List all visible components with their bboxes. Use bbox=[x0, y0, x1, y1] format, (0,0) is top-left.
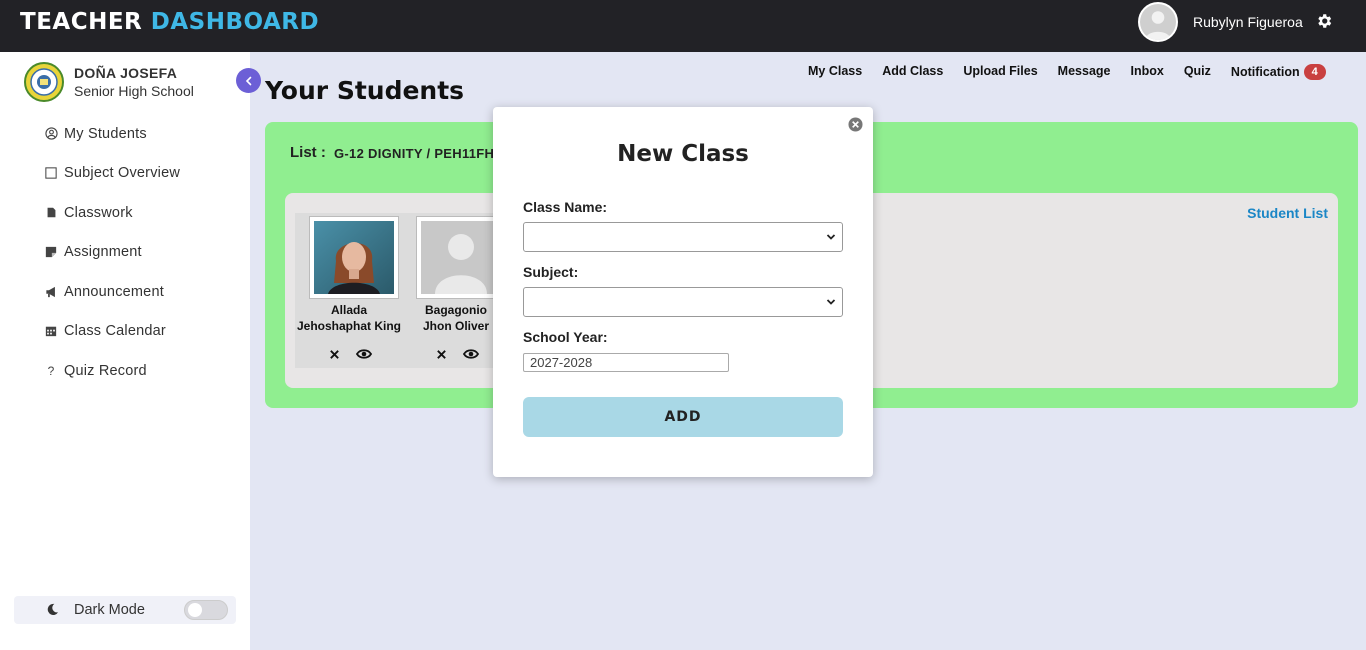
user-circle-icon bbox=[44, 127, 58, 141]
dark-mode-row: Dark Mode bbox=[14, 596, 236, 624]
avatar-placeholder-icon bbox=[421, 221, 501, 294]
sidebar-item-subject-overview[interactable]: Subject Overview bbox=[44, 154, 180, 194]
student-portrait-image bbox=[314, 221, 394, 294]
top-bar: TEACHER DASHBOARD Rubylyn Figueroa bbox=[0, 0, 1366, 52]
gear-icon[interactable] bbox=[1315, 12, 1333, 30]
dashboard-title: TEACHER DASHBOARD bbox=[20, 9, 319, 35]
sidebar-item-my-students[interactable]: My Students bbox=[44, 114, 180, 154]
school-name: DOÑA JOSEFA Senior High School bbox=[74, 64, 194, 100]
dark-mode-label: Dark Mode bbox=[74, 602, 145, 618]
sidebar-item-class-calendar[interactable]: Class Calendar bbox=[44, 312, 180, 352]
remove-student-icon[interactable] bbox=[433, 347, 449, 361]
new-class-modal: New Class Class Name: Subject: School Ye… bbox=[493, 107, 873, 477]
student-last-name: Allada bbox=[330, 303, 367, 317]
sidebar-item-announcement[interactable]: Announcement bbox=[44, 272, 180, 312]
sidebar-item-assignment[interactable]: Assignment bbox=[44, 233, 180, 273]
class-name-select[interactable] bbox=[523, 222, 843, 252]
user-avatar[interactable] bbox=[1138, 2, 1178, 42]
student-first-name: Jehoshaphat King bbox=[296, 319, 401, 333]
user-name[interactable]: Rubylyn Figueroa bbox=[1193, 14, 1303, 30]
school-year-label: School Year: bbox=[523, 329, 608, 345]
close-icon[interactable] bbox=[848, 117, 863, 132]
nav-quiz[interactable]: Quiz bbox=[1184, 64, 1211, 80]
sidebar-nav: My Students Subject Overview Classwork A… bbox=[44, 114, 180, 391]
nav-add-class[interactable]: Add Class bbox=[882, 64, 943, 80]
chevron-down-icon bbox=[826, 234, 836, 240]
nav-inbox[interactable]: Inbox bbox=[1130, 64, 1163, 80]
student-name: Allada Jehoshaphat King bbox=[295, 302, 403, 334]
sidebar: DOÑA JOSEFA Senior High School My Studen… bbox=[0, 52, 250, 650]
top-nav: My Class Add Class Upload Files Message … bbox=[808, 64, 1326, 80]
chevron-down-icon bbox=[826, 299, 836, 305]
sidebar-item-label: Assignment bbox=[64, 244, 142, 261]
sidebar-item-quiz-record[interactable]: ? Quiz Record bbox=[44, 351, 180, 391]
toggle-knob bbox=[188, 603, 202, 617]
sidebar-item-label: Subject Overview bbox=[64, 165, 181, 182]
chevron-left-icon bbox=[245, 76, 251, 85]
question-icon: ? bbox=[47, 363, 55, 378]
school-name-line2: Senior High School bbox=[74, 83, 194, 99]
class-name-label: Class Name: bbox=[523, 199, 608, 215]
sidebar-collapse-button[interactable] bbox=[236, 68, 261, 93]
sidebar-item-label: Quiz Record bbox=[64, 362, 147, 379]
student-card[interactable]: Allada Jehoshaphat King bbox=[295, 213, 403, 368]
nav-my-class[interactable]: My Class bbox=[808, 64, 862, 80]
notification-count-badge: 4 bbox=[1303, 64, 1326, 80]
brand-text-accent: DASHBOARD bbox=[150, 9, 320, 35]
view-student-icon[interactable] bbox=[463, 347, 479, 361]
subject-select[interactable] bbox=[523, 287, 843, 317]
notification-label: Notification bbox=[1230, 65, 1300, 79]
calendar-icon bbox=[44, 324, 58, 338]
page-title: Your Students bbox=[265, 76, 465, 105]
nav-message[interactable]: Message bbox=[1058, 64, 1111, 80]
add-class-button[interactable]: ADD bbox=[523, 397, 843, 437]
sidebar-item-label: My Students bbox=[64, 125, 147, 142]
sidebar-item-label: Class Calendar bbox=[64, 323, 166, 340]
school-year-input[interactable]: 2027-2028 bbox=[523, 353, 729, 372]
subject-label: Subject: bbox=[523, 264, 579, 280]
megaphone-icon bbox=[44, 285, 58, 299]
sidebar-item-label: Classwork bbox=[64, 204, 133, 221]
nav-upload-files[interactable]: Upload Files bbox=[963, 64, 1037, 80]
sticky-note-icon bbox=[44, 245, 58, 259]
sidebar-item-classwork[interactable]: Classwork bbox=[44, 193, 180, 233]
student-list-link[interactable]: Student List bbox=[1247, 205, 1328, 221]
sidebar-item-label: Announcement bbox=[64, 283, 164, 300]
nav-notification[interactable]: Notification 4 bbox=[1231, 64, 1326, 80]
avatar-placeholder-icon bbox=[1140, 4, 1176, 40]
square-icon bbox=[44, 166, 58, 180]
school-logo bbox=[24, 62, 64, 102]
dark-mode-toggle[interactable] bbox=[184, 600, 228, 620]
file-icon bbox=[44, 206, 58, 220]
moon-icon bbox=[47, 603, 59, 615]
school-name-line1: DOÑA JOSEFA bbox=[74, 65, 178, 81]
student-card-actions bbox=[295, 347, 403, 361]
list-class-value: G-12 DIGNITY / PEH11FH bbox=[334, 146, 495, 161]
student-photo bbox=[309, 216, 399, 299]
remove-student-icon[interactable] bbox=[326, 347, 342, 361]
modal-title: New Class bbox=[617, 141, 749, 167]
brand-text-main: TEACHER bbox=[20, 9, 143, 35]
list-label: List : bbox=[290, 144, 326, 161]
view-student-icon[interactable] bbox=[356, 347, 372, 361]
